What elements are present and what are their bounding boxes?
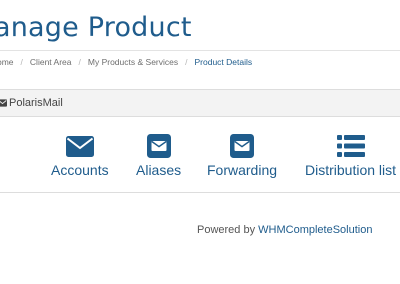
forwarding-tile[interactable]: Forwarding <box>207 134 277 178</box>
breadcrumb-separator: / <box>20 57 23 67</box>
page-title: anage Product <box>0 12 192 43</box>
whmcs-link[interactable]: WHMCompleteSolution <box>258 224 372 236</box>
envelope-icon <box>65 134 94 158</box>
forwarding-label: Forwarding <box>207 162 278 178</box>
breadcrumb-separator: / <box>185 57 188 67</box>
envelope-square-icon <box>146 134 171 158</box>
page: anage Product ome / Client Area / My Pro… <box>0 0 400 284</box>
breadcrumb-home[interactable]: ome <box>0 57 14 67</box>
module-tiles: Accounts Aliases Forwarding Distribution… <box>0 117 400 193</box>
breadcrumb: ome / Client Area / My Products & Servic… <box>0 57 252 67</box>
envelope-icon <box>0 99 7 107</box>
powered-by: Powered by WHMCompleteSolution <box>197 224 372 236</box>
panel-header: PolarisMail <box>0 90 400 117</box>
accounts-tile[interactable]: Accounts <box>51 134 109 178</box>
product-panel: PolarisMail Accounts Aliases Forwarding … <box>0 89 400 193</box>
panel-title: PolarisMail <box>9 97 63 109</box>
accounts-label: Accounts <box>51 162 109 178</box>
breadcrumb-current: Product Details <box>194 57 253 67</box>
title-divider <box>0 50 400 51</box>
list-icon <box>336 134 365 158</box>
breadcrumb-client-area[interactable]: Client Area <box>30 57 72 67</box>
breadcrumb-separator: / <box>78 57 81 67</box>
breadcrumb-my-products[interactable]: My Products & Services <box>88 57 178 67</box>
powered-by-prefix: Powered by <box>197 224 256 236</box>
distribution-list-tile[interactable]: Distribution list <box>305 134 396 178</box>
envelope-square-icon <box>230 134 255 158</box>
distribution-list-label: Distribution list <box>305 162 397 178</box>
aliases-tile[interactable]: Aliases <box>136 134 181 178</box>
aliases-label: Aliases <box>136 162 182 178</box>
